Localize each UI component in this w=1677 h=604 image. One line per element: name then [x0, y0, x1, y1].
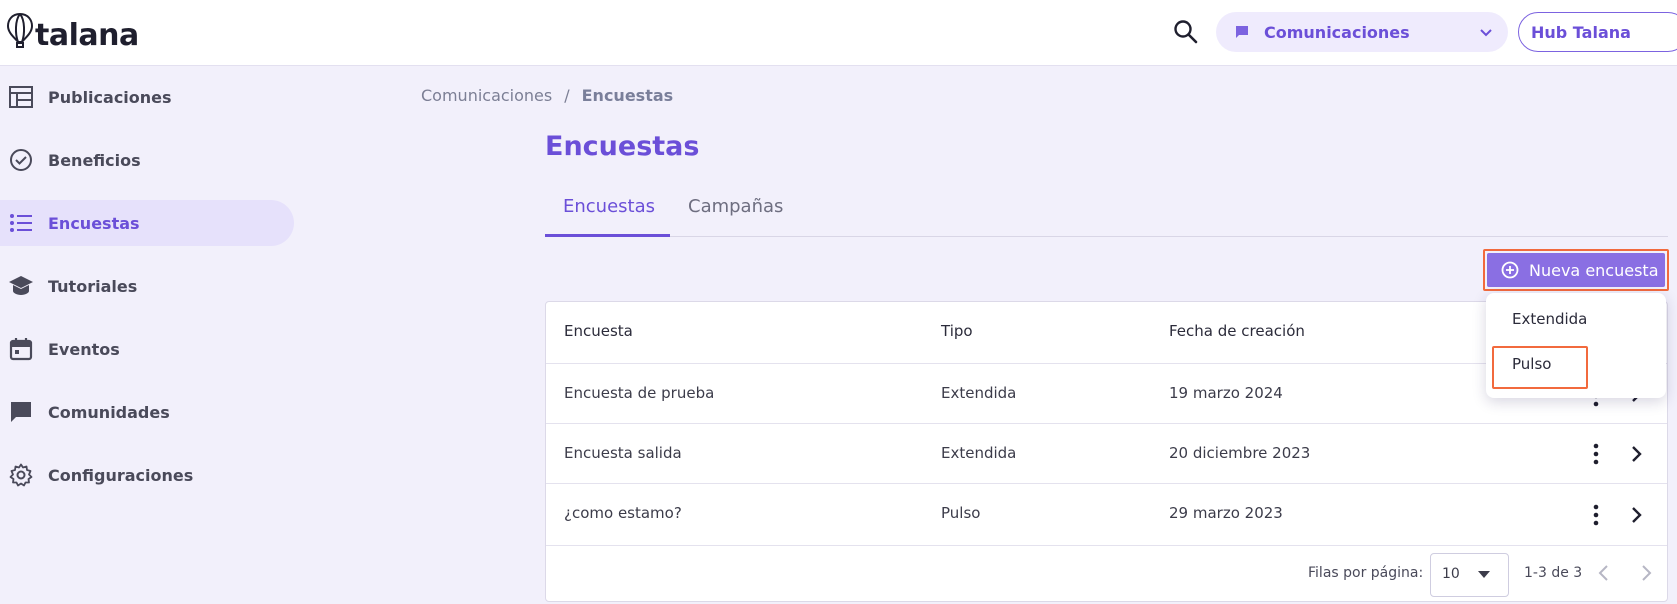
chevron-left-icon[interactable] — [1593, 562, 1615, 584]
caret-down-icon — [1478, 571, 1490, 578]
publications-icon — [8, 84, 34, 110]
rows-per-page-label: Filas por página: — [1308, 565, 1424, 581]
sidebar-item-label: Encuestas — [48, 213, 140, 233]
survey-name: Encuesta salida — [564, 444, 682, 462]
hub-talana-button[interactable]: Hub Talana — [1518, 12, 1677, 52]
survey-name: ¿como estamo? — [564, 504, 682, 522]
sidebar-item-label: Eventos — [48, 339, 120, 359]
list-icon — [8, 210, 34, 236]
survey-date: 19 marzo 2024 — [1169, 384, 1283, 402]
breadcrumb: Comunicaciones / Encuestas — [421, 86, 673, 105]
survey-date: 20 diciembre 2023 — [1169, 444, 1311, 462]
chevron-right-icon[interactable] — [1635, 562, 1657, 584]
column-header-encuesta: Encuesta — [564, 322, 633, 340]
tab-campanas[interactable]: Campañas — [688, 196, 783, 217]
sidebar-item-label: Comunidades — [48, 402, 170, 422]
survey-date: 29 marzo 2023 — [1169, 504, 1283, 522]
gear-icon — [8, 462, 34, 488]
chevron-down-icon — [1480, 29, 1492, 37]
module-label: Comunicaciones — [1264, 22, 1410, 42]
search-button[interactable] — [1172, 18, 1200, 46]
rows-per-page-value: 10 — [1442, 566, 1460, 582]
logo-text: talana — [35, 18, 139, 53]
chat-icon — [1236, 26, 1248, 38]
hub-label: Hub Talana — [1531, 22, 1631, 42]
new-survey-button[interactable]: Nueva encuesta — [1487, 253, 1665, 287]
tabs: Encuestas Campañas — [545, 184, 1668, 237]
tab-encuestas[interactable]: Encuestas — [563, 196, 655, 217]
survey-type: Pulso — [941, 504, 981, 522]
new-survey-menu: Extendida Pulso — [1486, 293, 1666, 398]
breadcrumb-separator: / — [564, 86, 570, 105]
page-title: Encuestas — [545, 131, 700, 162]
table-row[interactable]: Encuesta salida Extendida 20 diciembre 2… — [546, 424, 1667, 484]
survey-name: Encuesta de prueba — [564, 384, 715, 402]
sidebar-item-comunidades[interactable]: Comunidades — [0, 389, 294, 435]
sidebar-item-label: Beneficios — [48, 150, 141, 170]
active-tab-indicator — [545, 234, 670, 237]
sidebar-item-publicaciones[interactable]: Publicaciones — [0, 74, 294, 120]
sidebar-item-label: Publicaciones — [48, 87, 172, 107]
check-circle-icon — [8, 147, 34, 173]
sidebar-item-encuestas[interactable]: Encuestas — [0, 200, 294, 246]
table-row[interactable]: ¿como estamo? Pulso 29 marzo 2023 — [546, 484, 1667, 546]
breadcrumb-parent[interactable]: Comunicaciones — [421, 86, 552, 105]
chat-bubble-icon — [8, 399, 34, 425]
new-survey-label: Nueva encuesta — [1529, 260, 1659, 280]
pagination: Filas por página: 10 1-3 de 3 — [546, 546, 1667, 602]
survey-type: Extendida — [941, 444, 1017, 462]
breadcrumb-current: Encuestas — [581, 86, 674, 105]
sidebar-item-label: Tutoriales — [48, 276, 138, 296]
new-survey-highlight: Nueva encuesta — [1483, 249, 1669, 291]
more-options-icon[interactable] — [1586, 442, 1606, 466]
rows-per-page-select[interactable]: 10 — [1430, 553, 1509, 597]
top-bar: talana Comunicaciones Hub Talana — [0, 0, 1677, 66]
more-options-icon[interactable] — [1586, 503, 1606, 527]
plus-circle-icon — [1501, 261, 1519, 279]
survey-type: Extendida — [941, 384, 1017, 402]
pagination-range: 1-3 de 3 — [1524, 565, 1583, 581]
balloon-icon — [6, 12, 34, 48]
sidebar-item-eventos[interactable]: Eventos — [0, 326, 294, 372]
chevron-right-icon[interactable] — [1626, 442, 1646, 466]
chevron-right-icon[interactable] — [1626, 503, 1646, 527]
module-select[interactable]: Comunicaciones — [1216, 12, 1508, 52]
search-icon — [1174, 20, 1198, 44]
column-header-tipo: Tipo — [941, 322, 973, 340]
talana-logo[interactable]: talana — [6, 12, 139, 53]
calendar-icon — [8, 336, 34, 362]
graduation-cap-icon — [8, 273, 34, 299]
sidebar-item-label: Configuraciones — [48, 465, 194, 485]
sidebar-item-beneficios[interactable]: Beneficios — [0, 137, 294, 183]
sidebar: Publicaciones Beneficios Encuestas Tutor… — [0, 74, 296, 515]
sidebar-item-tutoriales[interactable]: Tutoriales — [0, 263, 294, 309]
menu-item-pulso[interactable]: Pulso — [1512, 355, 1551, 373]
menu-item-extendida[interactable]: Extendida — [1512, 310, 1587, 328]
column-header-fecha: Fecha de creación — [1169, 322, 1305, 340]
sidebar-item-configuraciones[interactable]: Configuraciones — [0, 452, 294, 498]
